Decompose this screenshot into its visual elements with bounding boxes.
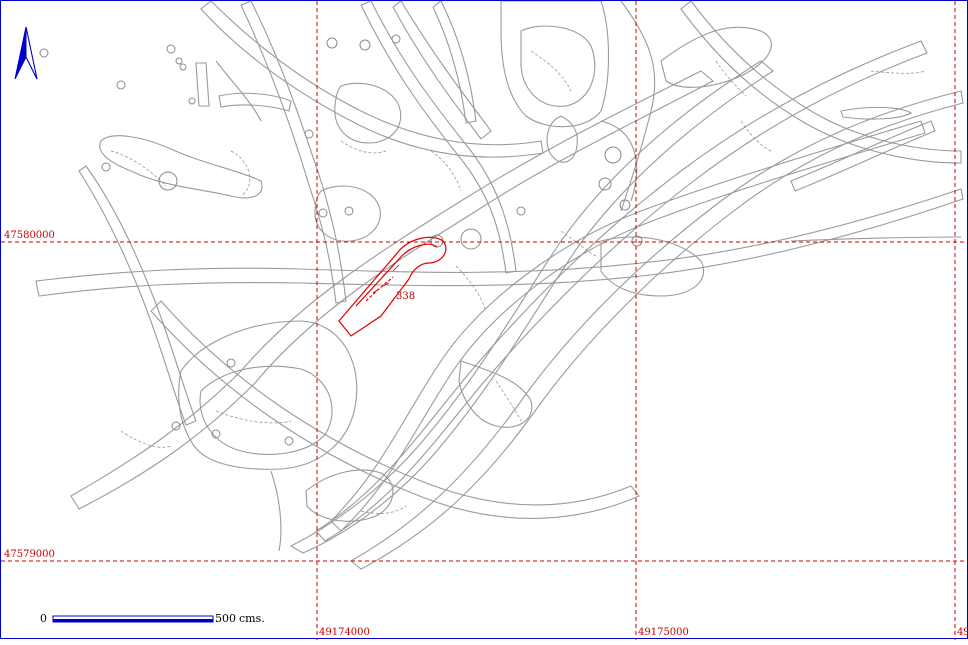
scale-bar: 0 500 cms. <box>40 612 265 625</box>
north-arrow-icon <box>14 26 38 80</box>
grid-label-y-upper: 47580000 <box>4 230 55 241</box>
grid-label-y-lower: 47579000 <box>4 549 55 560</box>
grid-labels: 47580000 47579000 49174000 49175000 49 <box>4 230 968 638</box>
scale-unit-label: cms. <box>239 612 265 625</box>
grid-label-x-partial: 49 <box>957 627 968 638</box>
grid-label-x-right: 49175000 <box>638 627 689 638</box>
grid-label-x-left: 49174000 <box>319 627 370 638</box>
feature-label-338: 338 <box>396 291 415 302</box>
post-holes <box>39 34 643 446</box>
map-canvas[interactable]: 338 47580000 47579000 49174000 49175000 … <box>1 0 968 640</box>
feature-outlines <box>35 0 964 570</box>
map-frame: 338 47580000 47579000 49174000 49175000 … <box>0 0 968 640</box>
scale-end-label: 500 <box>215 612 236 625</box>
scale-start-label: 0 <box>40 612 47 625</box>
coordinate-grid <box>1 1 968 640</box>
highlighted-feature-338[interactable] <box>338 236 447 337</box>
